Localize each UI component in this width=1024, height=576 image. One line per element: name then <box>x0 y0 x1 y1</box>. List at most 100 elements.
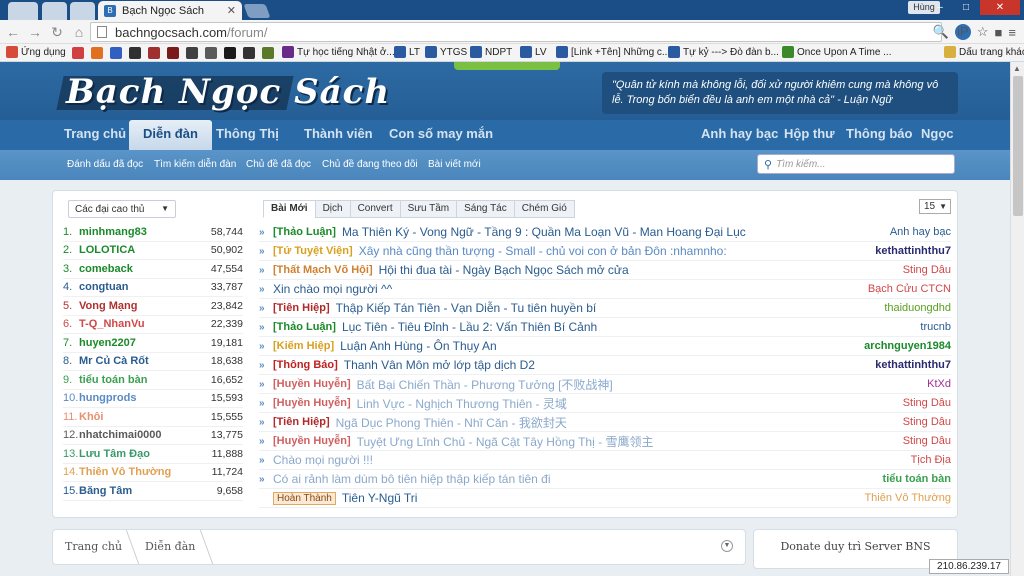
thread-title[interactable]: Linh Vực - Nghịch Thương Thiên - 灵域 <box>357 395 895 412</box>
back-arrow-icon[interactable]: ← <box>4 24 22 40</box>
thread-tab[interactable]: Dịch <box>314 200 351 218</box>
thread-title[interactable]: Luận Anh Hùng - Ôn Thụy An <box>340 339 856 353</box>
forward-arrow-icon[interactable]: → <box>26 24 44 40</box>
bookmark-favicon-icon[interactable] <box>205 47 217 59</box>
thread-title[interactable]: Ngã Dục Phong Thiên - Nhĩ Căn - 我欲封天 <box>336 414 895 431</box>
reload-icon[interactable]: ↻ <box>48 24 66 40</box>
bookmark-favicon-icon[interactable] <box>129 47 141 59</box>
scroll-up-icon[interactable]: ▲ <box>1013 64 1021 73</box>
extension-icon[interactable]: ■ <box>995 25 1003 40</box>
page-scrollbar[interactable]: ▲ <box>1010 62 1024 576</box>
site-logo[interactable]: Bạch Ngọc Sách <box>66 72 390 112</box>
bookmark-favicon-icon[interactable] <box>72 47 84 59</box>
thread-row[interactable]: » [Thảo Luận] Ma Thiên Ký - Vong Ngữ - Tần… <box>259 223 951 242</box>
browser-tab[interactable] <box>42 2 67 20</box>
subnav-mark-read[interactable]: Đánh dấu đã đọc <box>67 159 143 170</box>
nav-trang-chu[interactable]: Trang chủ <box>64 126 126 141</box>
ip-extension-icon[interactable]: iP <box>954 24 971 40</box>
site-search-input[interactable]: ⚲ Tìm kiếm... <box>757 154 955 174</box>
star-bookmark-icon[interactable]: ☆ <box>977 24 989 40</box>
thread-last-poster[interactable]: archnguyen1984 <box>864 340 951 352</box>
rank-username[interactable]: nhatchimai0000 <box>79 429 211 441</box>
bookmark-item[interactable]: LV <box>520 46 547 58</box>
search-icon[interactable]: 🔍 <box>933 24 949 40</box>
thread-row[interactable]: » [Kiếm Hiệp] Luận Anh Hùng - Ôn Thụy An ar… <box>259 337 951 356</box>
thread-last-poster[interactable]: Tịch Địa <box>911 454 951 466</box>
thread-title[interactable]: Chào mọi người !!! <box>273 453 903 467</box>
thread-tab[interactable]: Convert <box>349 200 401 218</box>
browser-tab[interactable] <box>70 2 95 20</box>
rank-username[interactable]: comeback <box>79 263 211 275</box>
thread-row[interactable]: » [Thông Báo] Thanh Vân Môn mở lớp tập dịc… <box>259 356 951 375</box>
thread-row[interactable]: » Có ai rảnh làm dùm bô tiên hiệp thập ki… <box>259 470 951 489</box>
home-icon[interactable]: ⌂ <box>70 24 88 40</box>
thread-last-poster[interactable]: kethattinhthu7 <box>875 245 951 257</box>
rank-username[interactable]: hungprods <box>79 392 211 404</box>
rank-username[interactable]: Lưu Tâm Đạo <box>79 448 212 460</box>
thread-title[interactable]: Có ai rảnh làm dùm bô tiên hiệp thập kiế… <box>273 472 875 486</box>
breadcrumb-forum[interactable]: Diễn đàn <box>145 540 195 553</box>
rank-username[interactable]: tiểu toán bàn <box>79 374 211 386</box>
breadcrumb-home[interactable]: Trang chủ <box>65 540 122 553</box>
bookmark-item[interactable]: Dấu trang khác <box>944 46 1024 58</box>
thread-last-poster[interactable]: KtXd <box>927 378 951 390</box>
thread-title[interactable]: Thanh Vân Môn mở lớp tập dịch D2 <box>344 358 867 372</box>
thread-title[interactable]: Thập Kiếp Tán Tiên - Vạn Diễn - Tu tiên … <box>336 301 877 315</box>
scrollbar-thumb[interactable] <box>1013 76 1023 216</box>
ranking-dropdown[interactable]: Các đại cao thủ ▼ <box>68 200 176 218</box>
collapse-chevron-icon[interactable]: ▼ <box>721 540 733 552</box>
new-tab-button[interactable] <box>243 4 271 18</box>
thread-row[interactable]: » [Tiên Hiệp] Ngã Dục Phong Thiên - Nhĩ Că… <box>259 413 951 432</box>
maximize-icon[interactable]: □ <box>954 0 978 15</box>
thread-last-poster[interactable]: kethattinhthu7 <box>875 359 951 371</box>
browser-tab-active[interactable]: B Bạch Ngọc Sách ✕ <box>98 1 242 20</box>
thread-title[interactable]: Ma Thiên Ký - Vong Ngữ - Tầng 9 : Quần M… <box>342 225 882 239</box>
thread-row[interactable]: »Hoàn ThànhTiên Y-Ngũ TriThiên Vô Thường <box>259 489 951 508</box>
bookmark-favicon-icon[interactable] <box>186 47 198 59</box>
bookmark-favicon-icon[interactable] <box>224 47 236 59</box>
thread-row[interactable]: » Chào mọi người !!! Tịch Địa <box>259 451 951 470</box>
bookmark-item[interactable]: LT <box>394 46 420 58</box>
bookmark-favicon-icon[interactable] <box>243 47 255 59</box>
subnav-read-threads[interactable]: Chủ đề đã đọc <box>246 159 311 170</box>
thread-last-poster[interactable]: tiểu toán bàn <box>883 473 951 485</box>
nav-thong-bao[interactable]: Thông báo <box>846 126 912 141</box>
rank-username[interactable]: minhmang83 <box>79 226 211 238</box>
rank-username[interactable]: huyen2207 <box>79 337 211 349</box>
bookmark-item[interactable]: Tự kỷ ---> Đò đàn b... <box>668 46 779 58</box>
subnav-search-forum[interactable]: Tìm kiếm diễn đàn <box>154 159 236 170</box>
thread-row[interactable]: » [Huyền Huyễn] Bất Bại Chiến Thần - Phươn… <box>259 375 951 394</box>
thread-row[interactable]: » [Huyền Huyễn] Linh Vực - Nghịch Thương T… <box>259 394 951 413</box>
bookmark-item[interactable]: Tự học tiếng Nhật ở... <box>282 46 395 58</box>
subnav-new-posts[interactable]: Bài viết mới <box>428 159 481 170</box>
thread-title[interactable]: Xây nhà cũng thần tượng - Small - chủ vo… <box>359 244 868 258</box>
thread-tab[interactable]: Bài Mới <box>263 200 316 218</box>
nav-thong-thi[interactable]: Thông Thị <box>216 126 279 141</box>
minimize-icon[interactable]: – <box>928 0 952 15</box>
rank-username[interactable]: Mr Củ Cà Rốt <box>79 355 211 367</box>
nav-con-so-may-man[interactable]: Con số may mắn <box>389 126 493 141</box>
nav-ngoc[interactable]: Ngọc <box>921 126 954 141</box>
thread-last-poster[interactable]: thaiduongdhd <box>884 302 951 314</box>
rank-username[interactable]: Vong Mạng <box>79 300 211 312</box>
bookmark-item[interactable]: Ứng dụng <box>6 46 66 58</box>
rank-username[interactable]: T-Q_NhanVu <box>79 318 211 330</box>
thread-last-poster[interactable]: Thiên Vô Thường <box>864 492 951 504</box>
bookmark-favicon-icon[interactable] <box>167 47 179 59</box>
thread-tab[interactable]: Sáng Tác <box>456 200 515 218</box>
thread-last-poster[interactable]: Bạch Cửu CTCN <box>868 283 951 295</box>
nav-thanh-vien[interactable]: Thành viên <box>304 126 373 141</box>
bookmark-favicon-icon[interactable] <box>148 47 160 59</box>
thread-title[interactable]: Tiên Y-Ngũ Tri <box>342 491 857 505</box>
thread-row[interactable]: » [Thảo Luận] Lục Tiên - Tiêu Đỉnh - Lầu 2… <box>259 318 951 337</box>
tab-close-icon[interactable]: ✕ <box>227 4 236 17</box>
address-bar[interactable]: bachngocsach.com/forum/ <box>90 22 942 42</box>
bookmark-favicon-icon[interactable] <box>262 47 274 59</box>
thread-tab[interactable]: Chém Gió <box>513 200 575 218</box>
bookmark-item[interactable]: [Link +Tên] Những c... <box>556 46 670 58</box>
rank-username[interactable]: Băng Tâm <box>79 485 217 497</box>
thread-row[interactable]: » [Huyền Huyễn] Tuyệt Ưng Lĩnh Chủ - Ngã C… <box>259 432 951 451</box>
menu-icon[interactable]: ≡ <box>1008 25 1016 40</box>
browser-tab[interactable] <box>8 2 38 20</box>
rank-username[interactable]: LOLOTICA <box>79 244 211 256</box>
